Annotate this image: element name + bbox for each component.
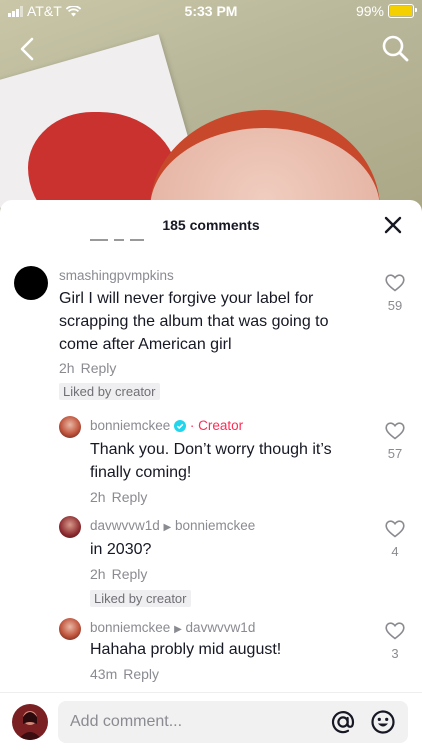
- like-button[interactable]: 59: [385, 274, 405, 313]
- liked-by-creator-badge: Liked by creator: [59, 383, 160, 400]
- verified-icon: [174, 420, 187, 432]
- my-avatar: [12, 704, 48, 740]
- reply-meta: 2h Reply: [90, 566, 147, 582]
- close-button[interactable]: [384, 216, 402, 234]
- like-count: 59: [387, 298, 403, 313]
- reply-button[interactable]: Reply: [81, 360, 117, 376]
- comment-composer: [0, 692, 422, 751]
- avatar[interactable]: [59, 416, 81, 438]
- reply-meta: 2h Reply: [90, 489, 147, 505]
- avatar[interactable]: [59, 618, 81, 640]
- reply-username: bonniemckee ▶ davwvvw1d: [90, 620, 255, 635]
- comment-item: smashingpvmpkins Girl I will never forgi…: [0, 258, 422, 408]
- reply-time: 2h: [90, 489, 106, 505]
- comment-time: 2h: [59, 360, 75, 376]
- battery-percent: 99%: [355, 3, 384, 19]
- search-button[interactable]: [380, 33, 410, 63]
- clipped-previous-comment: [90, 239, 150, 247]
- battery-icon: [388, 4, 417, 18]
- reply-meta: 43m Reply: [90, 666, 159, 682]
- reply-button[interactable]: Reply: [112, 489, 148, 505]
- heart-icon: [385, 274, 405, 292]
- user-avatar-image: [18, 711, 42, 740]
- comment-username[interactable]: smashingpvmpkins: [59, 268, 174, 283]
- video-background: AT&T 5:33 PM 99%: [0, 0, 422, 230]
- reply-text: Thank you. Don’t worry though it’s final…: [90, 441, 332, 481]
- reply-button[interactable]: Reply: [112, 566, 148, 582]
- username-link[interactable]: davwvvw1d: [90, 518, 160, 533]
- username-link[interactable]: bonniemckee: [90, 418, 170, 433]
- like-count: 3: [391, 646, 399, 661]
- reply-item: davwvvw1d ▶ bonniemckee in 2030? 2h Reply…: [0, 510, 422, 610]
- like-button[interactable]: 57: [385, 422, 405, 461]
- comments-count: 185 comments: [162, 217, 260, 233]
- sheet-header: 185 comments: [0, 200, 422, 248]
- reply-username: davwvvw1d ▶ bonniemckee: [90, 518, 255, 533]
- reply-text: Hahaha probly mid august!: [90, 641, 282, 658]
- creator-dot: ·: [189, 418, 195, 433]
- status-bar: AT&T 5:33 PM 99%: [0, 0, 422, 22]
- reply-time: 2h: [90, 566, 106, 582]
- like-button[interactable]: 3: [385, 622, 405, 661]
- mention-button[interactable]: [330, 709, 356, 735]
- reply-username: bonniemckee · Creator: [90, 418, 243, 433]
- comment-meta: 2h Reply: [59, 360, 116, 376]
- reply-item: bonniemckee · Creator Thank you. Don’t w…: [0, 410, 422, 505]
- avatar[interactable]: [59, 516, 81, 538]
- comment-input-box: [58, 701, 408, 743]
- reply-to-username[interactable]: davwvvw1d: [186, 620, 256, 635]
- username-link[interactable]: bonniemckee: [90, 620, 170, 635]
- creator-tag: Creator: [198, 418, 244, 433]
- comments-sheet: 185 comments smashingpvmpkins Girl I wil…: [0, 200, 422, 750]
- reply-arrow-icon: ▶: [163, 522, 172, 533]
- like-count: 57: [387, 446, 403, 461]
- reply-to-username[interactable]: bonniemckee: [175, 518, 255, 533]
- reply-arrow-icon: ▶: [174, 624, 182, 635]
- like-count: 4: [391, 544, 399, 559]
- reply-button[interactable]: Reply: [123, 666, 159, 682]
- comment-text: Girl I will never forgive your label for…: [59, 290, 329, 353]
- heart-icon: [385, 422, 405, 440]
- comment-input[interactable]: [58, 701, 320, 743]
- avatar[interactable]: [14, 266, 48, 300]
- liked-by-creator-badge: Liked by creator: [90, 590, 191, 607]
- reply-item: bonniemckee ▶ davwvvw1d Hahaha probly mi…: [0, 612, 422, 692]
- like-button[interactable]: 4: [385, 520, 405, 559]
- emoji-button[interactable]: [370, 709, 396, 735]
- heart-icon: [385, 622, 405, 640]
- back-button[interactable]: [14, 35, 42, 63]
- heart-icon: [385, 520, 405, 538]
- reply-text: in 2030?: [90, 541, 152, 558]
- reply-time: 43m: [90, 666, 118, 682]
